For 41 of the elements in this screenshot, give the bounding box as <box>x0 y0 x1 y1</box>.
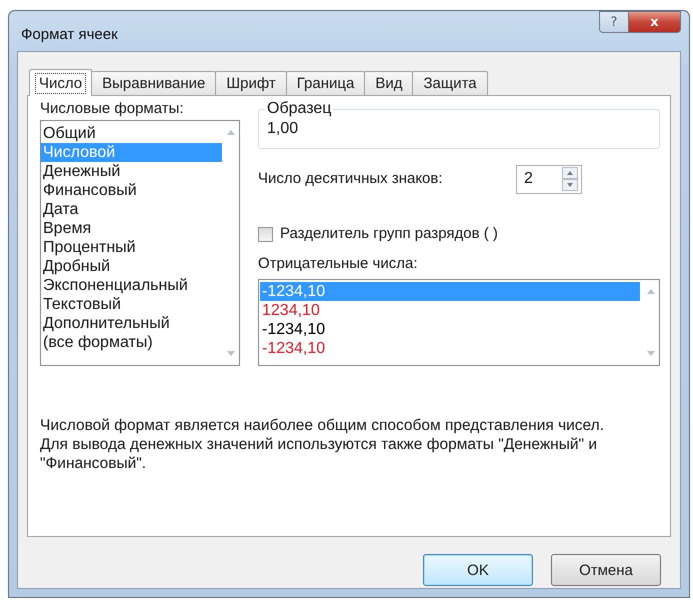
list-item[interactable]: Денежный <box>41 162 222 181</box>
window-title: Формат ячеек <box>21 26 118 43</box>
list-item[interactable]: Дополнительный <box>41 314 222 333</box>
list-item[interactable]: Общий <box>41 124 222 143</box>
list-label: Числовые форматы: <box>40 100 185 118</box>
field-label: Число десятичных знаков: <box>258 170 444 188</box>
help-button[interactable]: ? <box>599 11 629 33</box>
list-label: Отрицательные числа: <box>258 255 419 273</box>
group-label: Образец <box>265 100 334 117</box>
cancel-button[interactable]: Отмена <box>551 554 661 586</box>
scroll-up-icon[interactable] <box>646 289 654 294</box>
list-item[interactable]: Дробный <box>41 257 222 276</box>
sample-value: 1,00 <box>267 120 298 137</box>
list-item[interactable]: Экспоненциальный <box>41 276 222 295</box>
spin-field[interactable]: 2 <box>516 164 582 194</box>
list-item[interactable]: 1234,10 <box>260 301 640 320</box>
list-item[interactable]: Финансовый <box>41 181 222 200</box>
tab[interactable]: Число <box>29 69 92 96</box>
ok-button[interactable]: OK <box>423 554 533 586</box>
close-button[interactable]: x <box>629 11 681 33</box>
list-item[interactable]: Текстовый <box>41 295 222 314</box>
spin-arrows-icon[interactable] <box>562 167 578 191</box>
negative-number-list[interactable]: -1234,10 1234,10 -1234,10 -1234,10 <box>258 279 660 366</box>
format-list[interactable]: Общий Числовой Денежный Финансовый Дата Время Процентный Дробный Экспоненциальный Текстовый Дополнительный (все форматы) <box>40 120 240 366</box>
tab[interactable]: Шрифт <box>215 71 287 95</box>
scroll-down-icon[interactable] <box>646 351 654 356</box>
list-item[interactable]: Время <box>41 219 222 238</box>
list-item[interactable]: (все форматы) <box>41 333 222 352</box>
description-text: Числовой формат является наиболее общим способом представления чисел. Для вывода денежных значений используются также форматы "Денежный" и "Финансовый". <box>40 416 606 473</box>
tab[interactable]: Защита <box>412 71 488 95</box>
checkbox-label[interactable]: Разделитель групп разрядов ( ) <box>280 225 498 243</box>
list-item[interactable]: Процентный <box>41 238 222 257</box>
list-item[interactable]: Дата <box>41 200 222 219</box>
list-item[interactable]: -1234,10 <box>260 320 640 339</box>
tab[interactable]: Вид <box>364 71 414 95</box>
scroll-up-icon[interactable] <box>226 130 234 135</box>
checkbox[interactable] <box>258 226 273 242</box>
list-item[interactable]: -1234,10 <box>260 339 640 358</box>
tab[interactable]: Граница <box>286 71 366 95</box>
scroll-down-icon[interactable] <box>226 351 234 356</box>
tab[interactable]: Выравнивание <box>91 71 216 95</box>
